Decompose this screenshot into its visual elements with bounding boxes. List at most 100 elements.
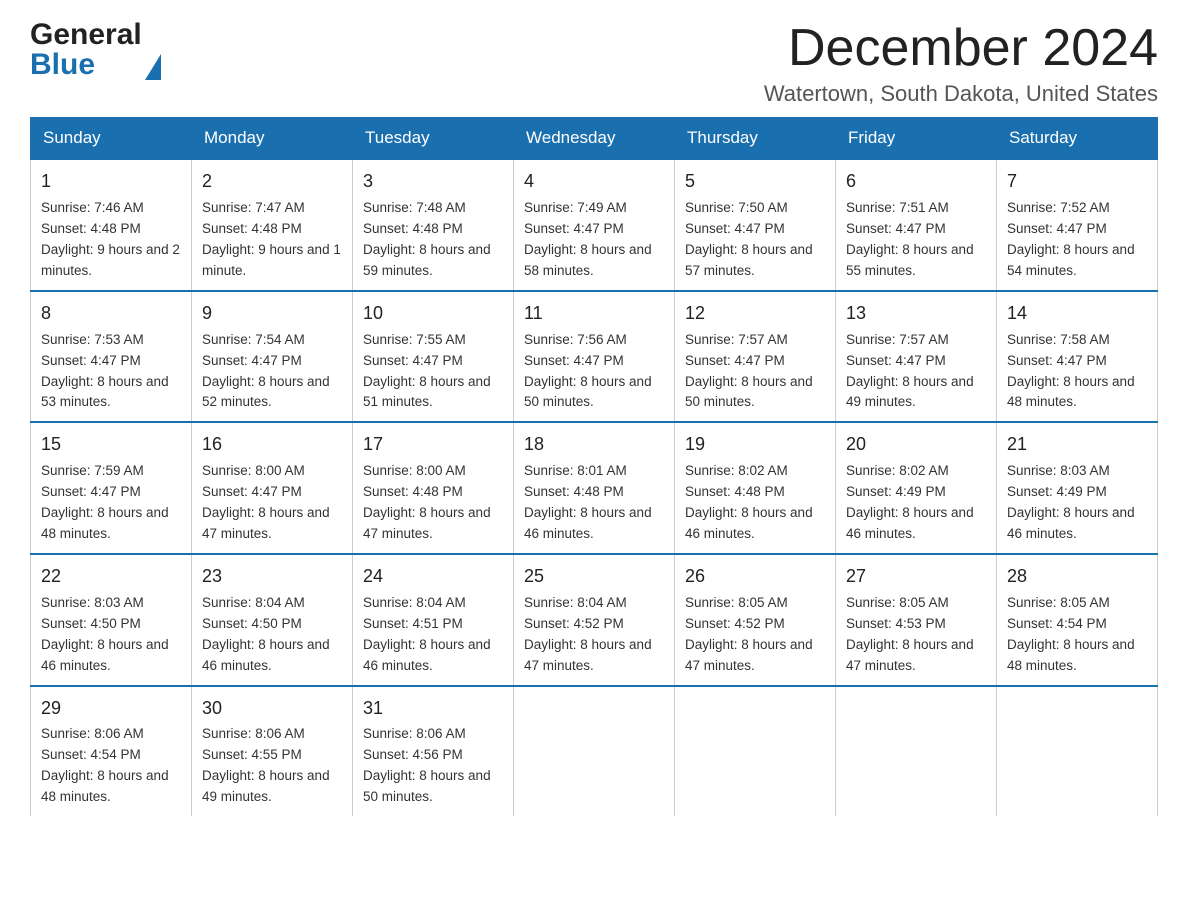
calendar-cell: 26 Sunrise: 8:05 AMSunset: 4:52 PMDayligh… [675,554,836,686]
day-info: Sunrise: 8:06 AMSunset: 4:54 PMDaylight:… [41,726,169,804]
day-number: 13 [846,300,986,328]
day-info: Sunrise: 7:50 AMSunset: 4:47 PMDaylight:… [685,200,813,278]
day-info: Sunrise: 8:04 AMSunset: 4:50 PMDaylight:… [202,595,330,673]
day-number: 8 [41,300,181,328]
calendar-cell: 23 Sunrise: 8:04 AMSunset: 4:50 PMDayligh… [192,554,353,686]
day-number: 11 [524,300,664,328]
weekday-header-friday: Friday [836,118,997,160]
weekday-header-row: SundayMondayTuesdayWednesdayThursdayFrid… [31,118,1158,160]
day-number: 18 [524,431,664,459]
day-number: 26 [685,563,825,591]
day-info: Sunrise: 8:00 AMSunset: 4:47 PMDaylight:… [202,463,330,541]
day-info: Sunrise: 8:06 AMSunset: 4:56 PMDaylight:… [363,726,491,804]
calendar-cell: 11 Sunrise: 7:56 AMSunset: 4:47 PMDayligh… [514,291,675,423]
day-info: Sunrise: 7:46 AMSunset: 4:48 PMDaylight:… [41,200,180,278]
calendar-cell: 1 Sunrise: 7:46 AMSunset: 4:48 PMDaylight… [31,159,192,291]
day-number: 12 [685,300,825,328]
day-info: Sunrise: 8:03 AMSunset: 4:49 PMDaylight:… [1007,463,1135,541]
calendar-cell: 4Sunrise: 7:49 AMSunset: 4:47 PMDaylight… [514,159,675,291]
day-number: 31 [363,695,503,723]
day-number: 29 [41,695,181,723]
day-info: Sunrise: 8:02 AMSunset: 4:49 PMDaylight:… [846,463,974,541]
calendar-cell: 8 Sunrise: 7:53 AMSunset: 4:47 PMDaylight… [31,291,192,423]
calendar-cell: 7 Sunrise: 7:52 AMSunset: 4:47 PMDaylight… [997,159,1158,291]
day-info: Sunrise: 8:05 AMSunset: 4:54 PMDaylight:… [1007,595,1135,673]
calendar-cell: 25 Sunrise: 8:04 AMSunset: 4:52 PMDayligh… [514,554,675,686]
day-number: 23 [202,563,342,591]
calendar-cell: 6 Sunrise: 7:51 AMSunset: 4:47 PMDaylight… [836,159,997,291]
calendar-cell [997,686,1158,817]
calendar-cell: 2 Sunrise: 7:47 AMSunset: 4:48 PMDaylight… [192,159,353,291]
location-subtitle: Watertown, South Dakota, United States [764,81,1158,107]
day-info: Sunrise: 7:55 AMSunset: 4:47 PMDaylight:… [363,332,491,410]
day-info: Sunrise: 7:54 AMSunset: 4:47 PMDaylight:… [202,332,330,410]
day-info: Sunrise: 8:04 AMSunset: 4:51 PMDaylight:… [363,595,491,673]
day-info: Sunrise: 8:02 AMSunset: 4:48 PMDaylight:… [685,463,813,541]
day-number: 19 [685,431,825,459]
calendar-cell: 17 Sunrise: 8:00 AMSunset: 4:48 PMDayligh… [353,422,514,554]
calendar-cell [514,686,675,817]
calendar-cell [836,686,997,817]
calendar-cell: 5 Sunrise: 7:50 AMSunset: 4:47 PMDaylight… [675,159,836,291]
day-info: Sunrise: 7:51 AMSunset: 4:47 PMDaylight:… [846,200,974,278]
calendar-week-row: 1 Sunrise: 7:46 AMSunset: 4:48 PMDaylight… [31,159,1158,291]
day-number: 17 [363,431,503,459]
day-number: 7 [1007,168,1147,196]
day-number: 16 [202,431,342,459]
calendar-week-row: 15 Sunrise: 7:59 AMSunset: 4:47 PMDayligh… [31,422,1158,554]
day-number: 15 [41,431,181,459]
day-number: 5 [685,168,825,196]
logo-general: General [30,20,142,50]
day-number: 9 [202,300,342,328]
weekday-header-monday: Monday [192,118,353,160]
calendar-cell: 19 Sunrise: 8:02 AMSunset: 4:48 PMDayligh… [675,422,836,554]
calendar-cell: 18 Sunrise: 8:01 AMSunset: 4:48 PMDayligh… [514,422,675,554]
day-info: Sunrise: 7:59 AMSunset: 4:47 PMDaylight:… [41,463,169,541]
day-info: Sunrise: 7:58 AMSunset: 4:47 PMDaylight:… [1007,332,1135,410]
calendar-week-row: 29 Sunrise: 8:06 AMSunset: 4:54 PMDayligh… [31,686,1158,817]
calendar-cell: 16 Sunrise: 8:00 AMSunset: 4:47 PMDayligh… [192,422,353,554]
day-info: Sunrise: 8:00 AMSunset: 4:48 PMDaylight:… [363,463,491,541]
day-number: 4 [524,168,664,196]
day-info: Sunrise: 7:56 AMSunset: 4:47 PMDaylight:… [524,332,652,410]
weekday-header-tuesday: Tuesday [353,118,514,160]
day-info: Sunrise: 7:47 AMSunset: 4:48 PMDaylight:… [202,200,341,278]
day-number: 25 [524,563,664,591]
calendar-cell [675,686,836,817]
day-info: Sunrise: 7:53 AMSunset: 4:47 PMDaylight:… [41,332,169,410]
calendar-cell: 12Sunrise: 7:57 AMSunset: 4:47 PMDayligh… [675,291,836,423]
day-number: 1 [41,168,181,196]
day-info: Sunrise: 8:04 AMSunset: 4:52 PMDaylight:… [524,595,652,673]
day-number: 2 [202,168,342,196]
title-block: December 2024 Watertown, South Dakota, U… [764,20,1158,107]
weekday-header-wednesday: Wednesday [514,118,675,160]
day-info: Sunrise: 8:05 AMSunset: 4:53 PMDaylight:… [846,595,974,673]
day-number: 24 [363,563,503,591]
calendar-cell: 28Sunrise: 8:05 AMSunset: 4:54 PMDayligh… [997,554,1158,686]
weekday-header-sunday: Sunday [31,118,192,160]
day-number: 10 [363,300,503,328]
day-info: Sunrise: 8:06 AMSunset: 4:55 PMDaylight:… [202,726,330,804]
day-info: Sunrise: 7:52 AMSunset: 4:47 PMDaylight:… [1007,200,1135,278]
day-info: Sunrise: 8:03 AMSunset: 4:50 PMDaylight:… [41,595,169,673]
day-number: 21 [1007,431,1147,459]
calendar-cell: 13Sunrise: 7:57 AMSunset: 4:47 PMDayligh… [836,291,997,423]
calendar-cell: 14Sunrise: 7:58 AMSunset: 4:47 PMDayligh… [997,291,1158,423]
calendar-cell: 15 Sunrise: 7:59 AMSunset: 4:47 PMDayligh… [31,422,192,554]
logo-blue: Blue [30,50,142,80]
day-number: 22 [41,563,181,591]
day-number: 30 [202,695,342,723]
day-number: 3 [363,168,503,196]
day-info: Sunrise: 8:01 AMSunset: 4:48 PMDaylight:… [524,463,652,541]
day-number: 6 [846,168,986,196]
logo: General Blue [30,20,161,80]
month-year-title: December 2024 [764,20,1158,77]
logo-arrow-icon [145,54,161,80]
calendar-cell: 27Sunrise: 8:05 AMSunset: 4:53 PMDayligh… [836,554,997,686]
calendar-week-row: 22 Sunrise: 8:03 AMSunset: 4:50 PMDayligh… [31,554,1158,686]
day-info: Sunrise: 8:05 AMSunset: 4:52 PMDaylight:… [685,595,813,673]
calendar-cell: 24 Sunrise: 8:04 AMSunset: 4:51 PMDayligh… [353,554,514,686]
calendar-cell: 22 Sunrise: 8:03 AMSunset: 4:50 PMDayligh… [31,554,192,686]
calendar-cell: 29 Sunrise: 8:06 AMSunset: 4:54 PMDayligh… [31,686,192,817]
calendar-cell: 3Sunrise: 7:48 AMSunset: 4:48 PMDaylight… [353,159,514,291]
